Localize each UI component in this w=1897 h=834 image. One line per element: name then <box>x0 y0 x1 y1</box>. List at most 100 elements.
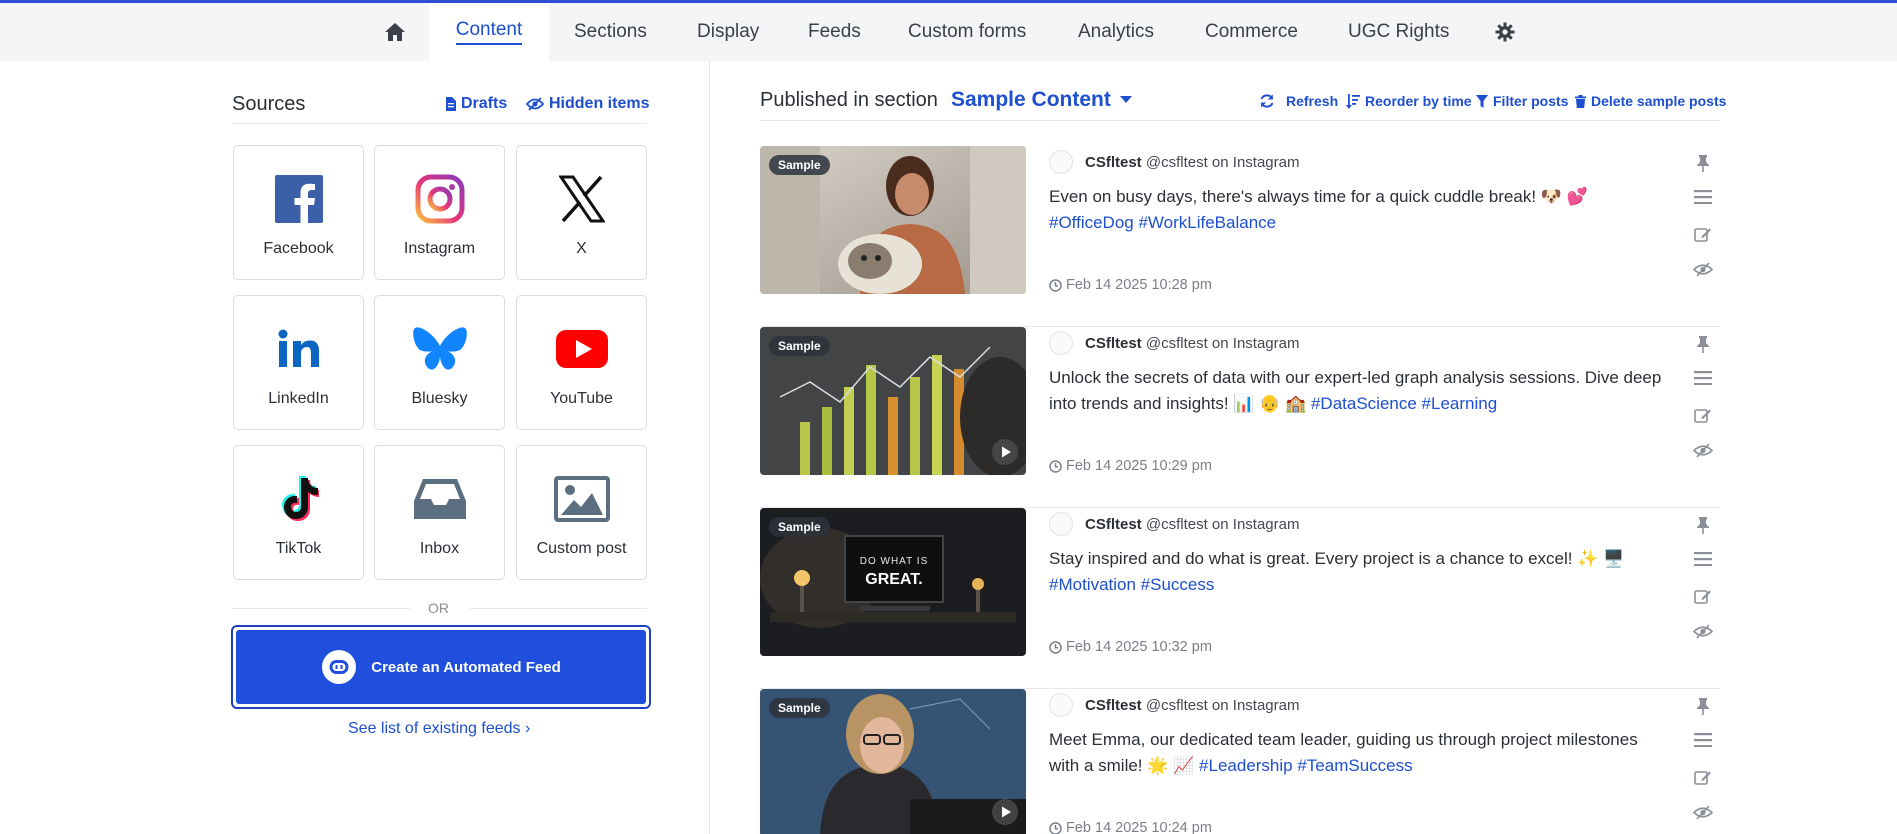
edit-icon[interactable] <box>1692 588 1714 624</box>
edit-icon[interactable] <box>1692 226 1714 262</box>
filter-icon <box>1476 94 1488 108</box>
author-handle: @csfltest on Instagram <box>1145 335 1300 352</box>
post-text: Even on busy days, there's always time f… <box>1049 184 1669 236</box>
pin-icon[interactable] <box>1692 154 1714 190</box>
robot-icon <box>322 650 357 684</box>
source-tile-youtube[interactable]: YouTube <box>516 295 647 430</box>
source-tile-instagram[interactable]: Instagram <box>374 145 505 280</box>
hide-icon[interactable] <box>1692 805 1714 834</box>
source-tile-linkedin[interactable]: LinkedIn <box>233 295 364 430</box>
post-hashtags[interactable]: #DataScience #Learning <box>1311 394 1497 413</box>
edit-icon[interactable] <box>1692 769 1714 805</box>
source-tile-x[interactable]: X <box>516 145 647 280</box>
drag-handle-icon[interactable] <box>1692 552 1714 588</box>
refresh-icon <box>1260 94 1274 108</box>
author-name: CSfltest <box>1085 154 1142 171</box>
avatar <box>1049 512 1073 536</box>
drag-handle-icon[interactable] <box>1692 371 1714 407</box>
home-icon[interactable] <box>384 3 406 61</box>
clock-icon <box>1049 459 1062 473</box>
tile-label: X <box>576 240 587 257</box>
post-card: DO WHAT IS GREAT. Sample CSfltest @csflt… <box>760 508 1720 689</box>
caret-down-icon <box>1119 96 1132 103</box>
source-tile-tiktok[interactable]: TikTok <box>233 445 364 580</box>
post-actions <box>1692 697 1714 834</box>
tile-label: Inbox <box>419 540 460 557</box>
avatar <box>1049 150 1073 174</box>
author-handle: @csfltest on Instagram <box>1145 154 1300 171</box>
source-tile-custom-post[interactable]: Custom post <box>516 445 647 580</box>
youtube-icon <box>517 322 646 376</box>
tile-label: Bluesky <box>411 390 468 407</box>
reorder-by-time-button[interactable]: Reorder by time <box>1346 93 1472 109</box>
reorder-label: Reorder by time <box>1365 93 1472 109</box>
tile-label: Facebook <box>263 240 334 257</box>
pin-icon[interactable] <box>1692 697 1714 733</box>
post-thumbnail[interactable]: Sample <box>760 146 1026 294</box>
tab-ugc-rights[interactable]: UGC Rights <box>1348 3 1449 61</box>
hide-icon[interactable] <box>1692 262 1714 298</box>
post-text: Unlock the secrets of data with our expe… <box>1049 365 1669 417</box>
hidden-items-link[interactable]: Hidden items <box>526 95 649 113</box>
post-date: Feb 14 2025 10:28 pm <box>1049 277 1212 293</box>
tab-display[interactable]: Display <box>697 3 759 61</box>
post-thumbnail[interactable]: Sample <box>760 327 1026 475</box>
refresh-button[interactable]: Refresh <box>1259 93 1338 109</box>
create-automated-feed-button[interactable]: Create an Automated Feed <box>231 625 651 709</box>
delete-label: Delete sample posts <box>1591 93 1727 109</box>
post-thumbnail[interactable]: DO WHAT IS GREAT. Sample <box>760 508 1026 656</box>
or-divider-left <box>232 608 410 609</box>
gear-icon[interactable] <box>1495 3 1515 61</box>
source-tile-inbox[interactable]: Inbox <box>374 445 505 580</box>
or-divider-right <box>470 608 647 609</box>
hide-icon[interactable] <box>1692 443 1714 479</box>
post-hashtags[interactable]: #Motivation #Success <box>1049 575 1214 594</box>
drag-handle-icon[interactable] <box>1692 190 1714 226</box>
author-handle: @csfltest on Instagram <box>1145 516 1300 533</box>
pin-icon[interactable] <box>1692 335 1714 371</box>
or-label: OR <box>428 600 449 616</box>
clock-icon <box>1049 821 1062 834</box>
post-text: Meet Emma, our dedicated team leader, gu… <box>1049 727 1669 779</box>
source-tile-bluesky[interactable]: Bluesky <box>374 295 505 430</box>
pane-divider <box>709 61 710 834</box>
tab-analytics[interactable]: Analytics <box>1078 3 1154 61</box>
see-existing-feeds-link[interactable]: See list of existing feeds › <box>348 720 530 738</box>
tab-feeds[interactable]: Feeds <box>808 3 861 61</box>
hide-icon[interactable] <box>1692 624 1714 660</box>
tab-commerce[interactable]: Commerce <box>1205 3 1298 61</box>
eye-slash-icon <box>526 97 544 111</box>
play-icon[interactable] <box>992 439 1018 465</box>
sample-badge: Sample <box>769 336 830 356</box>
tab-sections[interactable]: Sections <box>574 3 647 61</box>
tab-content[interactable]: Content <box>429 3 549 61</box>
post-actions <box>1692 154 1714 298</box>
refresh-label: Refresh <box>1286 93 1339 109</box>
filter-label: Filter posts <box>1493 93 1569 109</box>
tile-label: Custom post <box>536 540 627 557</box>
drag-handle-icon[interactable] <box>1692 733 1714 769</box>
section-selector[interactable]: Sample Content <box>951 88 1132 112</box>
clock-icon <box>1049 278 1062 292</box>
create-feed-label: Create an Automated Feed <box>371 658 561 676</box>
post-author: CSfltest @csfltest on Instagram <box>1085 154 1299 171</box>
post-thumbnail[interactable]: Sample <box>760 689 1026 834</box>
post-hashtags[interactable]: #Leadership #TeamSuccess <box>1199 756 1413 775</box>
clock-icon <box>1049 640 1062 654</box>
pin-icon[interactable] <box>1692 516 1714 552</box>
post-card: Sample CSfltest @csfltest on Instagram U… <box>760 327 1720 508</box>
section-name: Sample Content <box>951 88 1111 111</box>
filter-posts-button[interactable]: Filter posts <box>1476 93 1568 109</box>
edit-icon[interactable] <box>1692 407 1714 443</box>
delete-sample-posts-button[interactable]: Delete sample posts <box>1575 93 1726 109</box>
post-author: CSfltest @csfltest on Instagram <box>1085 516 1299 533</box>
sample-badge: Sample <box>769 698 830 718</box>
drafts-label: Drafts <box>461 95 508 112</box>
instagram-icon <box>375 172 504 226</box>
tab-custom-forms[interactable]: Custom forms <box>908 3 1026 61</box>
post-hashtags[interactable]: #OfficeDog #WorkLifeBalance <box>1049 213 1276 232</box>
source-tile-facebook[interactable]: Facebook <box>233 145 364 280</box>
drafts-link[interactable]: Drafts <box>445 95 507 113</box>
date-text: Feb 14 2025 10:29 pm <box>1066 458 1212 474</box>
play-icon[interactable] <box>992 799 1018 825</box>
